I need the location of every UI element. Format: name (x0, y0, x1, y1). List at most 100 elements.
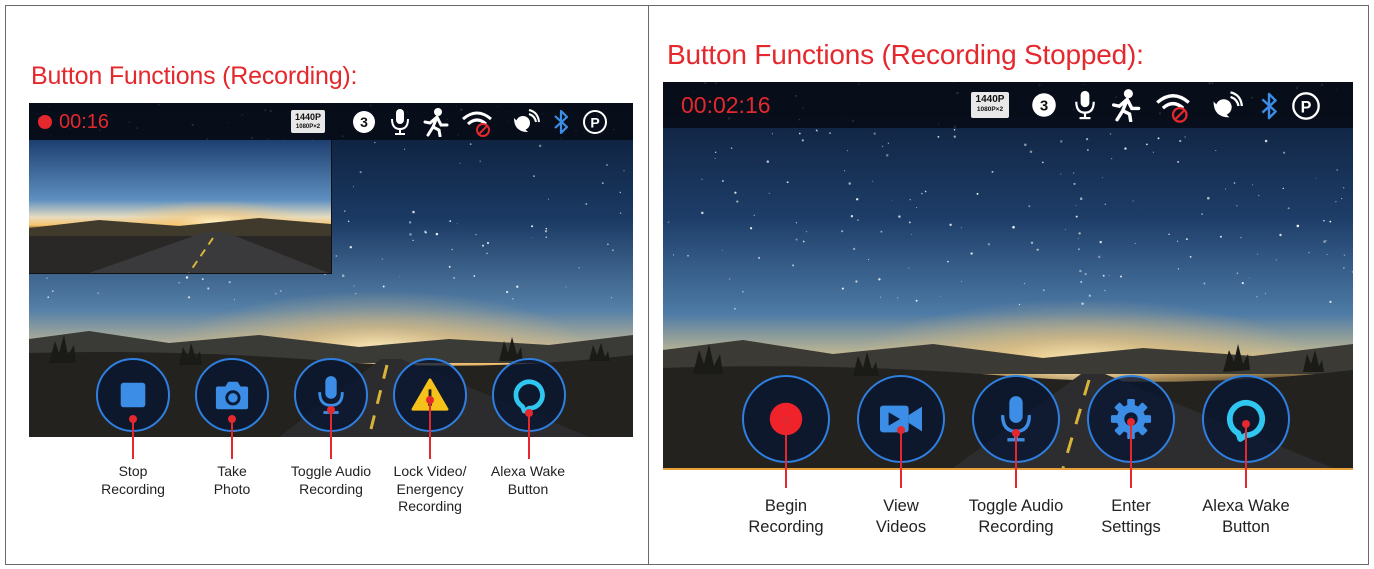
star (233, 298, 235, 300)
star (1041, 161, 1044, 164)
star (970, 252, 973, 255)
star (1109, 133, 1112, 135)
star (1343, 267, 1345, 269)
star (341, 274, 345, 277)
star (1225, 188, 1227, 190)
star (473, 275, 476, 277)
star (359, 171, 362, 174)
star (714, 157, 716, 159)
resolution-badge: 1440P 1080P×2 (971, 92, 1009, 118)
star (801, 139, 804, 142)
star (469, 143, 472, 146)
star (878, 278, 881, 281)
star (897, 297, 899, 299)
star (456, 223, 458, 225)
star (841, 287, 844, 290)
star (1264, 139, 1268, 143)
star (382, 285, 385, 288)
star (1081, 302, 1084, 305)
pointer-line (782, 416, 790, 488)
star (585, 203, 588, 205)
star (1341, 198, 1343, 200)
star (1073, 172, 1075, 174)
star (1343, 254, 1345, 256)
star (1189, 255, 1192, 258)
star (1279, 233, 1282, 237)
star (355, 293, 357, 295)
star (1018, 303, 1021, 306)
star (991, 170, 994, 173)
label-line: Begin (764, 497, 808, 515)
star (873, 132, 876, 135)
star (771, 133, 774, 135)
status-bar: 00:02:16 1440P 1080P×2 3 P (663, 82, 1353, 128)
star (736, 200, 739, 203)
alexa-wake-label: Alexa Wake Button (1186, 496, 1306, 537)
star (1326, 240, 1327, 241)
star (1060, 173, 1062, 175)
star (412, 210, 415, 214)
star (1036, 248, 1039, 251)
star (381, 258, 384, 260)
star (805, 230, 808, 233)
star (898, 215, 901, 218)
star (578, 267, 580, 269)
star (1185, 238, 1188, 241)
star (1028, 205, 1031, 208)
star (721, 249, 723, 251)
star (795, 238, 798, 241)
star (451, 248, 454, 251)
star (486, 241, 490, 245)
star (940, 295, 942, 297)
star (1078, 232, 1081, 235)
star (1108, 275, 1110, 277)
star (1207, 196, 1210, 200)
star (891, 200, 893, 202)
star (742, 291, 744, 293)
star (1075, 205, 1077, 207)
resolution-badge: 1440P 1080P×2 (291, 110, 325, 133)
star (435, 232, 439, 236)
star (843, 170, 846, 172)
star (207, 287, 210, 290)
star (879, 296, 881, 298)
star (1201, 213, 1203, 215)
resolution-primary: 1440P (294, 112, 322, 122)
star (1099, 240, 1102, 244)
star (733, 307, 736, 310)
star (868, 259, 870, 261)
camera-3-icon: 3 (1032, 93, 1056, 117)
star (857, 219, 859, 221)
star (619, 191, 622, 194)
label-line: Recording (299, 480, 363, 497)
star (274, 292, 277, 295)
star (453, 277, 455, 279)
label-line: View (883, 497, 919, 515)
bluetooth-icon (1261, 92, 1277, 120)
star (1275, 259, 1277, 261)
star (1177, 160, 1180, 163)
star (1323, 219, 1325, 222)
star (1249, 277, 1251, 279)
star (949, 223, 952, 227)
star (701, 178, 703, 180)
star (412, 239, 414, 241)
star (758, 256, 761, 259)
recording-indicator-icon (38, 115, 52, 129)
status-bar: 00:16 1440P 1080P×2 3 P (29, 103, 633, 140)
star (829, 132, 831, 134)
star (349, 245, 353, 249)
star (734, 191, 737, 194)
star (449, 220, 452, 222)
star (228, 281, 231, 284)
pointer-line (228, 415, 236, 459)
star (855, 198, 859, 201)
star (619, 212, 622, 214)
star (908, 267, 910, 269)
star (1084, 272, 1087, 276)
gps-satellite-icon (514, 109, 540, 132)
star (667, 221, 670, 224)
pointer-line (327, 406, 335, 459)
star (1256, 253, 1259, 255)
pointer-line (1012, 429, 1020, 488)
